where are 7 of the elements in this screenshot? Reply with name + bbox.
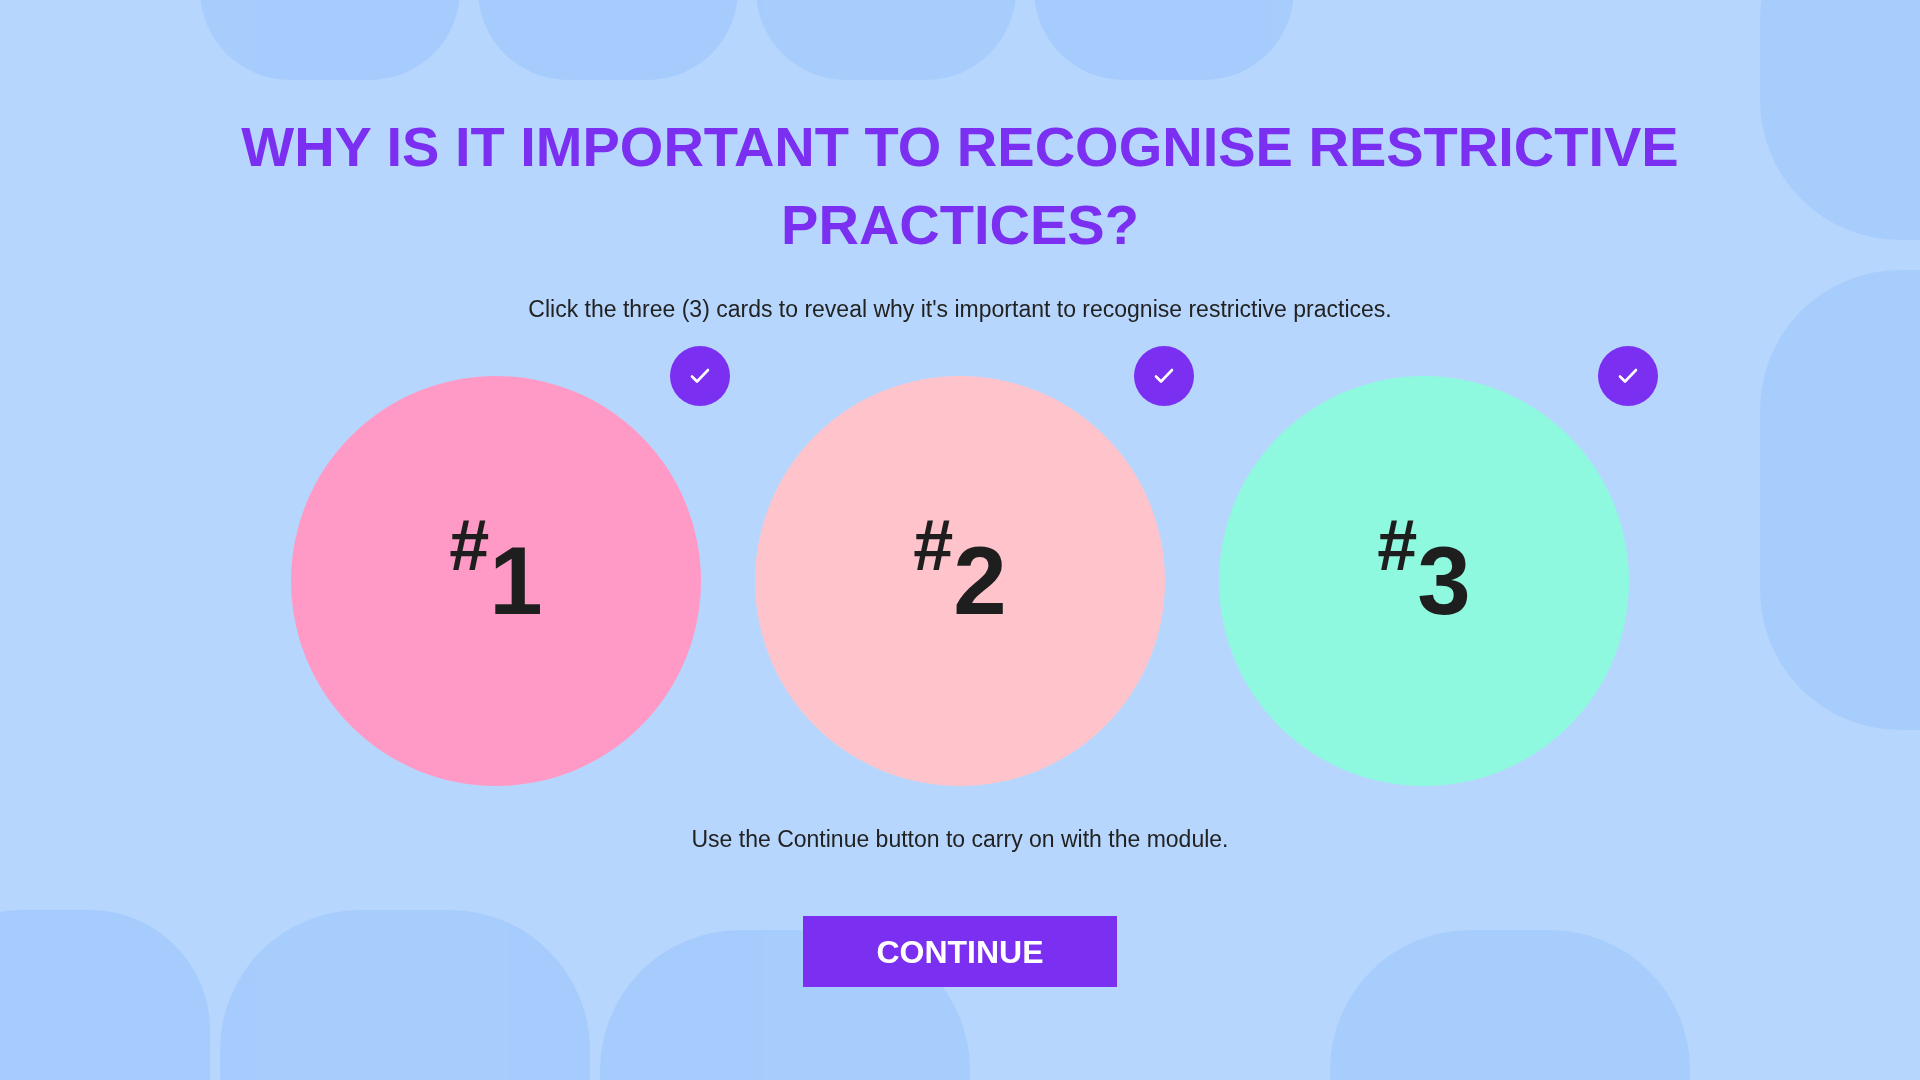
number-card[interactable]: $^{#}$2 [755,376,1165,786]
number-card[interactable]: $^{#}$1 [291,376,701,786]
instruction-text: Click the three (3) cards to reveal why it's important to recognise restrictive practices. [528,295,1392,324]
continue-button[interactable]: CONTINUE [803,916,1117,987]
continue-hint: Use the Continue button to carry on with the module. [691,825,1229,854]
page-title: WHY IS IT IMPORTANT TO RECOGNISE RESTRICTIVE PRACTICES? [240,114,1680,258]
number-card[interactable]: $^{#}$3 [1219,376,1629,786]
